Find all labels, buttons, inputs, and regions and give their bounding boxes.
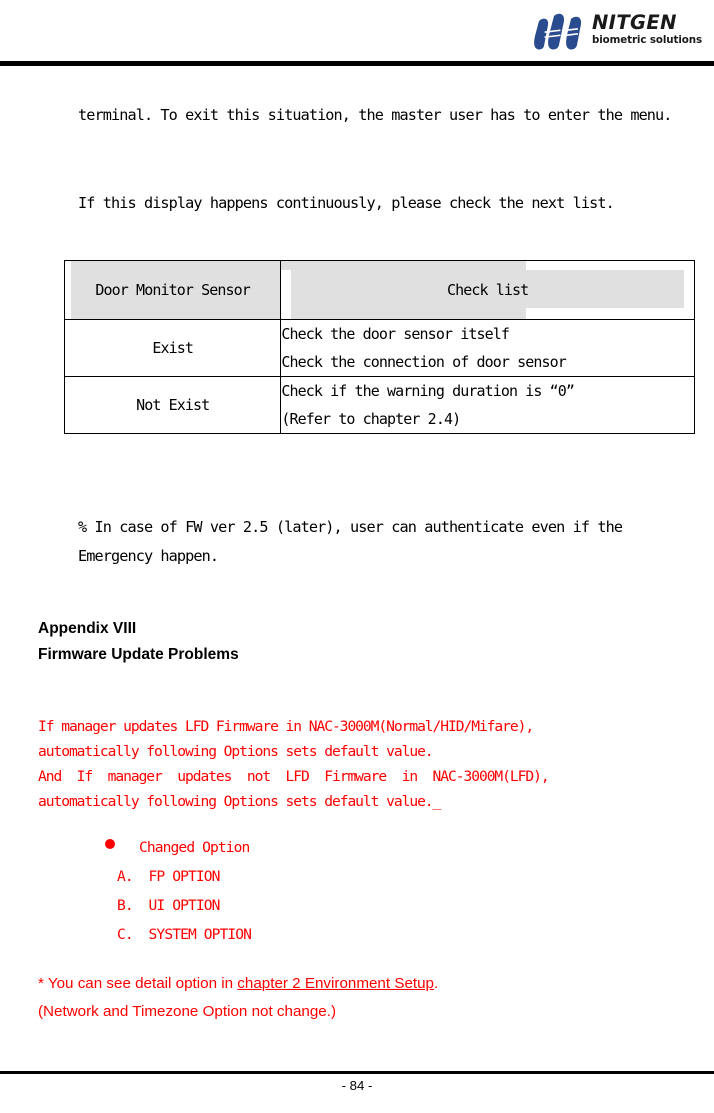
- table-header-sensor-label: Door Monitor Sensor: [95, 280, 250, 299]
- changed-option-heading: Changed Option: [139, 839, 250, 856]
- network-timezone-note: (Network and Timezone Option not change.…: [38, 1003, 337, 1020]
- changed-option-list: Changed Option A. FP OPTION B. UI OPTION…: [38, 833, 438, 949]
- table-row: Exist Check the door sensor itself Check…: [63, 319, 695, 377]
- detail-note-suffix: .: [434, 975, 439, 992]
- page-number: - 84 -: [341, 1078, 373, 1093]
- list-item: B. UI OPTION: [117, 897, 220, 914]
- appendix-intro-text: If manager updates LFD Firmware in NAC-3…: [38, 717, 550, 810]
- appendix-title: Firmware Update Problems: [38, 646, 239, 663]
- nitgen-logo: NITGEN biometric solutions: [533, 6, 702, 52]
- nitgen-wordmark: NITGEN: [591, 11, 677, 35]
- paragraph-if-display: If this display happens continuously, pl…: [78, 194, 615, 213]
- table-cell-sensor-exist: Exist: [63, 319, 282, 377]
- footer-divider-rule: [0, 1071, 714, 1074]
- appendix-label: Appendix VIII: [38, 620, 137, 637]
- detail-note-prefix: * You can see detail option in: [38, 975, 238, 992]
- paragraph-terminal: terminal. To exit this situation, the ma…: [78, 106, 672, 125]
- page-header: NITGEN biometric solutions: [0, 0, 714, 66]
- nitgen-logo-text: NITGEN biometric solutions: [592, 13, 702, 45]
- table-cell-check-not-exist: Check if the warning duration is “0” (Re…: [280, 376, 695, 434]
- list-item: A. FP OPTION: [117, 868, 220, 885]
- list-item: C. SYSTEM OPTION: [117, 926, 252, 943]
- changed-option-heading-row: Changed Option: [38, 833, 438, 862]
- detail-option-note: * You can see detail option in chapter 2…: [38, 970, 698, 998]
- table-header-checklist-label: Check list: [447, 280, 529, 299]
- chapter-2-environment-setup-link[interactable]: chapter 2 Environment Setup: [237, 975, 434, 992]
- table-row: Not Exist Check if the warning duration …: [63, 376, 695, 434]
- table-cell-sensor-not-exist: Not Exist: [63, 376, 282, 434]
- table-header-sensor: Door Monitor Sensor: [63, 260, 282, 320]
- table-header-checklist: Check list: [280, 260, 695, 320]
- table-header-row: Door Monitor Sensor Check list: [63, 260, 695, 320]
- nitgen-logo-mark: [534, 13, 582, 50]
- note-firmware-version: % In case of FW ver 2.5 (later), user ca…: [78, 518, 631, 566]
- header-divider-rule: [0, 61, 714, 66]
- door-monitor-checklist-table: Door Monitor Sensor Check list Exist Che…: [63, 260, 695, 434]
- nitgen-tagline: biometric solutions: [591, 33, 702, 46]
- table-cell-check-exist: Check the door sensor itself Check the c…: [280, 319, 695, 377]
- bullet-icon: [105, 839, 115, 849]
